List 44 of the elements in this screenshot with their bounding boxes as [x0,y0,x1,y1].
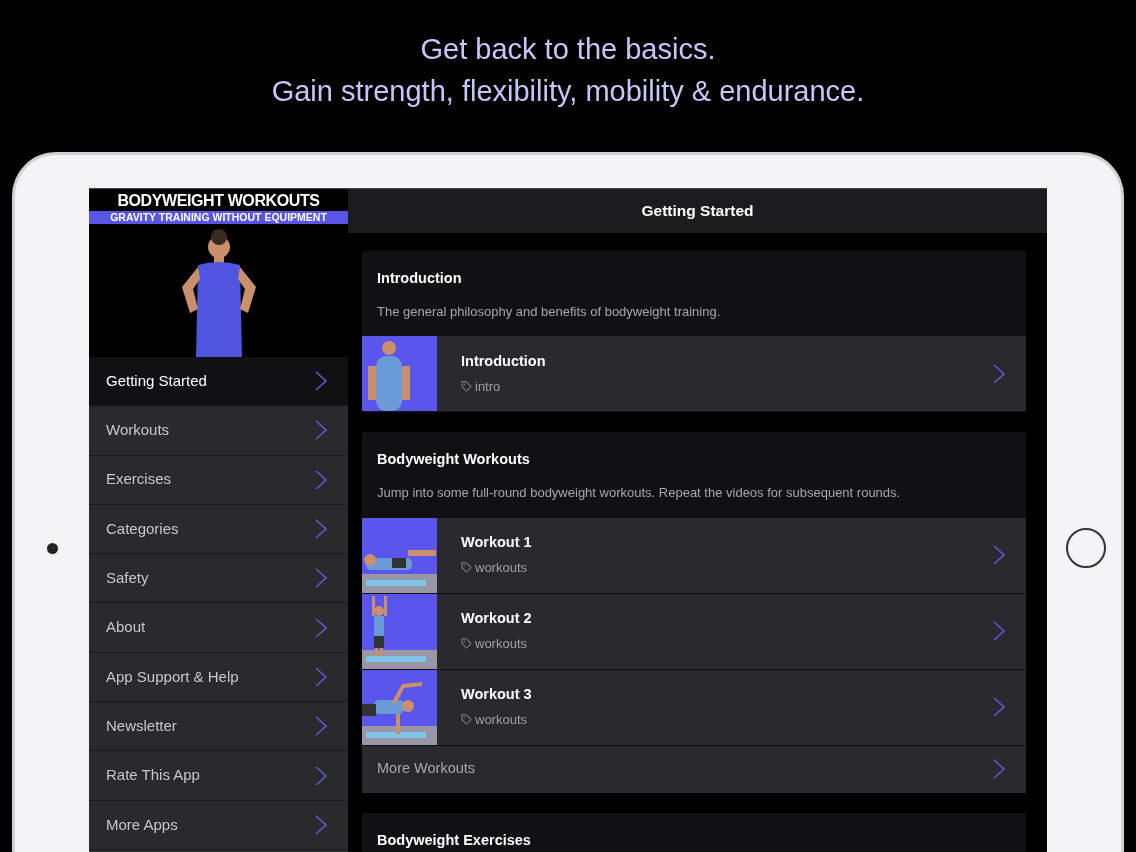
section-description: Jump into some full-round bodyweight workouts. Repeat the videos for subsequent rounds. [376,484,902,502]
chevron-icon [315,765,327,786]
section-title: Bodyweight Exercises [376,830,532,850]
video-tag: workouts [475,558,528,578]
chevron-icon [993,545,1005,565]
chevron-icon [993,697,1005,717]
camera-icon [47,543,58,554]
video-tag: workouts [475,634,528,654]
sidebar-item[interactable]: Getting Started [89,357,348,407]
video-title: Workout 2 [461,609,533,629]
section-title: Introduction [376,269,463,288]
chevron-icon [315,666,327,687]
video-row[interactable]: Introduction intro [362,336,1026,412]
logo-subtitle: GRAVITY TRAINING WITHOUT EQUIPMENT [89,211,348,224]
video-row[interactable]: Workout 2 workouts [362,593,1026,669]
video-title: Workout 1 [461,533,533,553]
chevron-icon [315,617,327,638]
chevron-icon [315,568,327,589]
tag-icon [461,562,472,574]
chevron-icon [315,716,327,737]
chevron-icon [315,420,327,441]
video-tag: intro [475,376,501,397]
chevron-icon [315,371,327,392]
headline-text: Get back to the basics. [420,32,716,66]
chevron-icon [315,814,327,835]
video-title: Workout 3 [461,685,533,705]
section-title: Bodyweight Workouts [376,450,531,470]
chevron-icon [993,363,1005,384]
headline-text: Gain strength, flexibility, mobility & endurance. [271,74,865,108]
section-description: The general philosophy and benefits of bodyweight training. [376,302,722,321]
logo-title: BODYWEIGHT WORKOUTS [117,192,320,210]
tag-icon [461,381,472,393]
tag-icon [461,714,472,726]
video-row[interactable]: Workout 3 workouts [362,669,1026,745]
chevron-icon [315,469,327,490]
chevron-icon [993,759,1005,779]
video-title: Introduction [461,352,547,372]
chevron-icon [993,621,1005,641]
tag-icon [461,638,472,650]
video-row[interactable]: Workout 1 workouts [362,517,1026,593]
nav-title: Getting Started [641,201,754,222]
chevron-icon [315,519,327,540]
video-tag: workouts [475,710,528,730]
more-row[interactable]: More Workouts [362,745,1026,793]
